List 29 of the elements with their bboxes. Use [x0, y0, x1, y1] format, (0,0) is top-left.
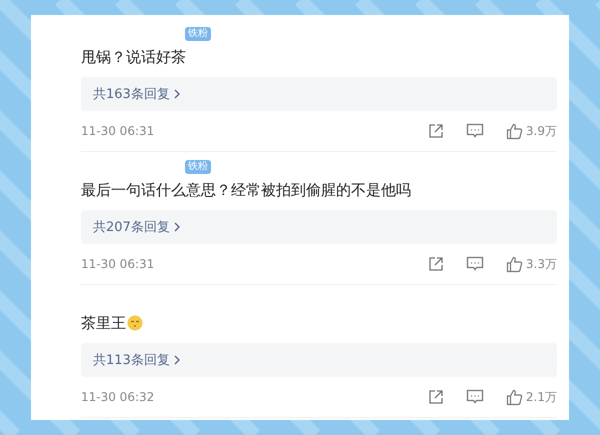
replies-count[interactable]: 共113条回复 — [93, 351, 170, 369]
thumbs-up-icon[interactable] — [506, 388, 523, 406]
share-icon[interactable] — [428, 123, 444, 139]
like-count: 2.1万 — [526, 388, 557, 406]
chevron-icon[interactable] — [174, 89, 180, 99]
comment-icon[interactable] — [466, 389, 484, 405]
thumbs-up-icon[interactable] — [506, 122, 523, 140]
share-icon[interactable] — [428, 256, 444, 272]
comment-time: 11-30 06:31 — [81, 124, 156, 138]
comment-icon[interactable] — [466, 256, 484, 272]
replies-link[interactable]: 共163条回复 — [81, 77, 557, 111]
chevron-icon[interactable] — [174, 355, 180, 365]
comment-text: 茶里王 — [81, 313, 126, 333]
fan-badge: 铁粉 — [185, 160, 211, 174]
fan-badge: 铁粉 — [185, 27, 211, 41]
chevron-icon[interactable] — [174, 222, 180, 232]
comment-text: 最后一句话什么意思？经常被拍到偷腥的不是他吗 — [81, 180, 411, 200]
comment-time: 11-30 06:32 — [81, 390, 156, 404]
replies-count[interactable]: 共163条回复 — [93, 85, 170, 103]
comment-time: 11-30 06:31 — [81, 257, 156, 271]
comment-icon[interactable] — [466, 123, 484, 139]
replies-link[interactable]: 共113条回复 — [81, 343, 557, 377]
replies-count[interactable]: 共207条回复 — [93, 218, 170, 236]
comment-text: 甩锅？说话好茶 — [81, 47, 186, 67]
thumbs-up-icon[interactable] — [506, 256, 523, 272]
share-icon[interactable] — [428, 389, 444, 405]
like-count: 3.3万 — [526, 256, 557, 272]
replies-link[interactable]: 共207条回复 — [81, 210, 557, 244]
like-count: 3.9万 — [526, 122, 557, 140]
